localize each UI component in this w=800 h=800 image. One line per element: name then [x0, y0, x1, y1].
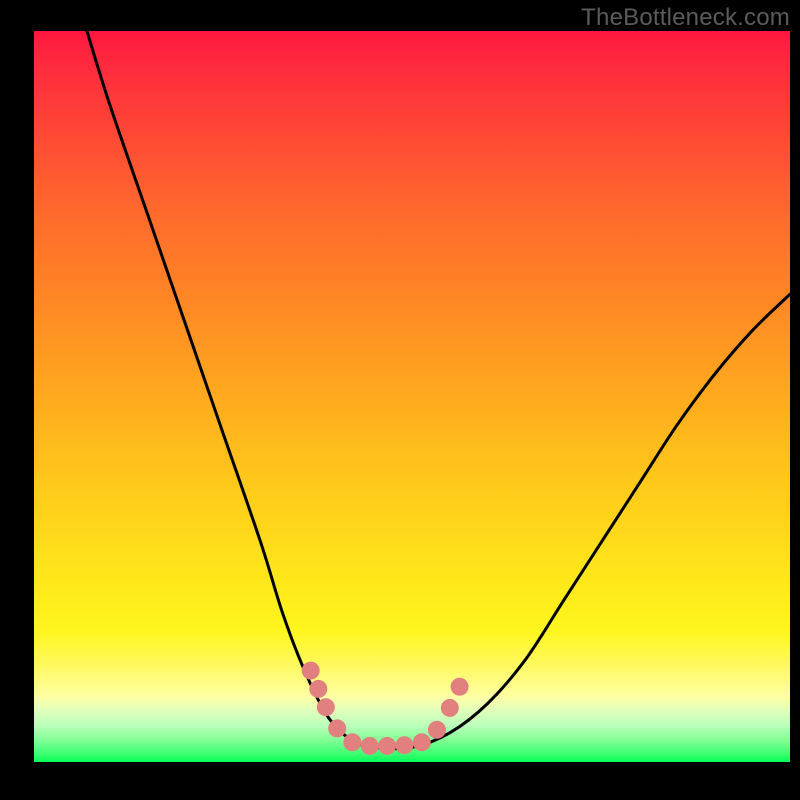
range-marker: [328, 719, 346, 737]
bottleneck-curve: [87, 31, 790, 749]
range-marker: [451, 678, 469, 696]
range-marker: [395, 736, 413, 754]
range-marker: [378, 737, 396, 755]
range-markers: [302, 662, 469, 755]
range-marker: [343, 733, 361, 751]
range-marker: [413, 733, 431, 751]
chart-frame: TheBottleneck.com: [0, 0, 800, 800]
range-marker: [428, 721, 446, 739]
range-marker: [302, 662, 320, 680]
watermark-text: TheBottleneck.com: [581, 4, 790, 32]
chart-svg: [34, 31, 790, 762]
range-marker: [309, 680, 327, 698]
range-marker: [317, 698, 335, 716]
plot-area: [34, 31, 790, 762]
range-marker: [361, 737, 379, 755]
range-marker: [441, 699, 459, 717]
